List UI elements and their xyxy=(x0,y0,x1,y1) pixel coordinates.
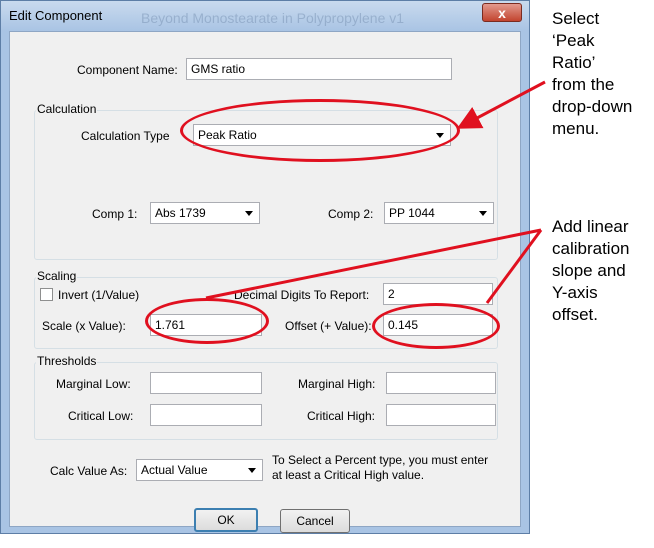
note1-line: Ratio’ xyxy=(552,53,596,72)
chevron-down-icon xyxy=(248,468,256,473)
calculation-type-highlight xyxy=(180,99,460,162)
scaling-group-label: Scaling xyxy=(36,269,78,283)
calc-value-label: Calc Value As: xyxy=(50,464,128,478)
note1-line: drop-down xyxy=(552,97,633,116)
offset-highlight xyxy=(372,303,500,349)
comp2-label: Comp 2: xyxy=(328,207,374,221)
critical-low-label: Critical Low: xyxy=(68,409,134,423)
calc-value-select[interactable]: Actual Value xyxy=(136,459,263,481)
note1-line: from the xyxy=(552,75,615,94)
chevron-down-icon xyxy=(479,211,487,216)
comp2-value: PP 1044 xyxy=(389,206,435,220)
critical-low-input[interactable] xyxy=(150,404,262,426)
ok-button[interactable]: OK xyxy=(194,508,258,532)
edit-component-dialog: Edit Component Beyond Monostearate in Po… xyxy=(0,0,530,534)
marginal-high-label: Marginal High: xyxy=(298,377,376,391)
calculation-group-label: Calculation xyxy=(36,102,98,116)
note2-line: calibration xyxy=(552,239,630,258)
title-bar[interactable]: Edit Component Beyond Monostearate in Po… xyxy=(1,1,529,31)
annotation-note-calibration: Add linear calibration slope and Y-axis … xyxy=(552,216,630,326)
calc-value-value: Actual Value xyxy=(141,463,208,477)
offset-label: Offset (+ Value): xyxy=(285,319,372,333)
close-button[interactable]: x xyxy=(482,3,522,22)
marginal-low-input[interactable] xyxy=(150,372,262,394)
background-window-title: Beyond Monostearate in Polypropylene v1 xyxy=(141,10,405,26)
decimal-digits-input[interactable]: 2 xyxy=(383,283,493,305)
calc-value-note-line1: To Select a Percent type, you must enter xyxy=(272,453,489,467)
note2-line: slope and xyxy=(552,261,626,280)
critical-high-input[interactable] xyxy=(386,404,496,426)
comp1-label: Comp 1: xyxy=(92,207,138,221)
dialog-title: Edit Component xyxy=(9,8,103,23)
note2-line: offset. xyxy=(552,305,598,324)
calculation-type-label: Calculation Type xyxy=(81,129,170,143)
annotation-note-peak-ratio: Select ‘Peak Ratio’ from the drop-down m… xyxy=(552,8,632,140)
component-name-label: Component Name: xyxy=(77,63,178,77)
note1-line: menu. xyxy=(552,119,600,138)
chevron-down-icon xyxy=(245,211,253,216)
comp2-select[interactable]: PP 1044 xyxy=(384,202,494,224)
marginal-low-label: Marginal Low: xyxy=(56,377,131,391)
invert-checkbox[interactable] xyxy=(40,288,53,301)
component-name-input[interactable]: GMS ratio xyxy=(186,58,452,80)
marginal-high-input[interactable] xyxy=(386,372,496,394)
critical-high-label: Critical High: xyxy=(307,409,376,423)
scale-highlight xyxy=(145,298,269,344)
comp1-value: Abs 1739 xyxy=(155,206,206,220)
note1-line: ‘Peak xyxy=(552,31,595,50)
note2-line: Add linear xyxy=(552,217,629,236)
comp1-select[interactable]: Abs 1739 xyxy=(150,202,260,224)
invert-label: Invert (1/Value) xyxy=(58,288,140,302)
note2-line: Y-axis xyxy=(552,283,598,302)
thresholds-group-label: Thresholds xyxy=(36,354,98,368)
cancel-button[interactable]: Cancel xyxy=(280,509,350,533)
calc-value-note-line2: at least a Critical High value. xyxy=(272,468,425,482)
decimal-digits-label: Decimal Digits To Report: xyxy=(234,288,370,302)
scale-label: Scale (x Value): xyxy=(42,319,126,333)
note1-line: Select xyxy=(552,9,600,28)
